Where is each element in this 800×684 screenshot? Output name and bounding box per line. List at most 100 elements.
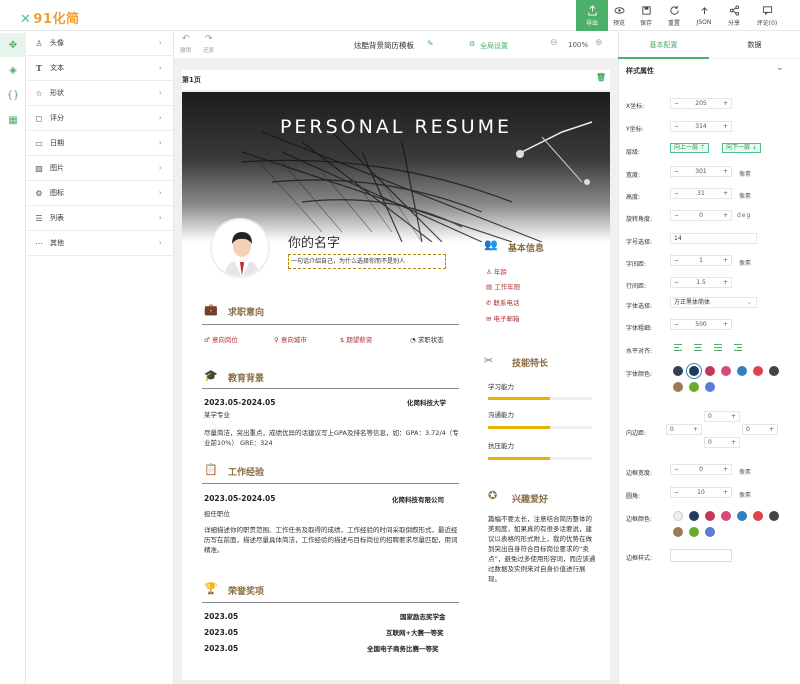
skill-name[interactable]: 抗压能力	[488, 441, 514, 451]
work-company[interactable]: 化简科技有限公司	[392, 495, 444, 505]
color-swatch[interactable]	[673, 366, 683, 376]
color-swatch[interactable]	[721, 366, 731, 376]
color-swatch[interactable]	[689, 382, 699, 392]
hobbies-desc[interactable]: 篇幅不要太长，注意结合简历整体的美观度，如果真的有很多话要说，建议以表格的形式附…	[488, 514, 596, 584]
education-school[interactable]: 化简科技大学	[407, 398, 446, 408]
fontsize-select[interactable]: 14	[670, 233, 757, 244]
reset-button[interactable]: 重置	[658, 0, 690, 31]
border-style-select[interactable]	[670, 549, 732, 562]
motto-text[interactable]: 一句话介绍自己，为什么选择你而不是别人	[288, 254, 446, 269]
layers-icon[interactable]: ◈	[0, 58, 26, 82]
align-justify-icon[interactable]	[714, 344, 722, 352]
sidebar-item-shape[interactable]: ☆ 形状 ›	[26, 81, 174, 106]
color-swatch[interactable]	[673, 511, 683, 521]
global-settings-button[interactable]: 全局设置	[480, 41, 508, 51]
color-swatch[interactable]	[689, 366, 699, 376]
award-name[interactable]: 互联网+大赛一等奖	[386, 628, 443, 638]
award-name[interactable]: 国家励志奖学金	[400, 612, 446, 622]
color-swatch[interactable]	[705, 366, 715, 376]
trash-icon[interactable]: 🗑	[596, 73, 606, 82]
align-center-icon[interactable]	[694, 344, 702, 352]
award-date[interactable]: 2023.05	[204, 628, 238, 638]
zoom-out-icon[interactable]: ⊖	[550, 38, 558, 48]
work-desc[interactable]: 详细描述你的职责范围、工作任务及取得的成绩，工作经验的时间采取倒叙形式，最近经历…	[204, 525, 459, 555]
line-height-stepper[interactable]: −1.5 +	[670, 277, 732, 288]
weight-stepper[interactable]: −500 +	[670, 319, 732, 330]
award-date[interactable]: 2023.05	[204, 612, 238, 622]
code-icon[interactable]: {}	[0, 83, 26, 107]
font-select[interactable]: 方正黑体简体 ⌄	[670, 297, 757, 308]
redo-icon[interactable]: ↷	[205, 34, 213, 44]
layer-up-button[interactable]: 向上一层 ⇡	[670, 143, 709, 153]
color-swatch[interactable]	[769, 366, 779, 376]
education-major[interactable]: 某学专业	[204, 410, 230, 420]
color-swatch[interactable]	[705, 527, 715, 537]
section-heading-skills[interactable]: 技能特长	[512, 356, 548, 369]
color-swatch[interactable]	[705, 382, 715, 392]
chevron-down-icon[interactable]: ⌄	[776, 63, 784, 73]
letter-spacing-stepper[interactable]: −1 +	[670, 255, 732, 266]
skill-name[interactable]: 学习能力	[488, 382, 514, 392]
section-style-properties[interactable]: 样式属性	[626, 66, 654, 76]
color-swatch[interactable]	[673, 527, 683, 537]
work-role[interactable]: 担任职位	[204, 509, 230, 519]
work-date[interactable]: 2023.05-2024.05	[204, 494, 275, 504]
color-swatch[interactable]	[737, 366, 747, 376]
resume-title[interactable]: PERSONAL RESUME	[182, 116, 610, 138]
section-heading-basic-info[interactable]: 基本信息	[508, 241, 544, 254]
name-text[interactable]: 你的名字	[288, 232, 340, 251]
settings-icon[interactable]: ⚙	[469, 40, 475, 48]
sidebar-item-avatar[interactable]: ♙ 头像 ›	[26, 31, 174, 56]
color-swatch[interactable]	[689, 511, 699, 521]
undo-icon[interactable]: ↶	[182, 34, 190, 44]
width-stepper[interactable]: −301 +	[670, 166, 732, 177]
education-desc[interactable]: 尽量简洁，突出重点，成绩优异的话建议写上GPA及排名等信息，如：GPA：3.72…	[204, 428, 459, 448]
color-swatch[interactable]	[673, 382, 683, 392]
app-logo[interactable]: ✕ 91化简	[20, 8, 80, 27]
sidebar-item-list[interactable]: ☰ 列表 ›	[26, 206, 174, 231]
basic-info-item[interactable]: ✆ 联系电话	[486, 298, 520, 308]
sidebar-item-icon[interactable]: ⚙ 图标 ›	[26, 181, 174, 206]
basic-info-item[interactable]: ▤ 工作年限	[486, 282, 520, 292]
job-intent-item[interactable]: $ 期望薪资	[340, 335, 372, 345]
padding-left-stepper[interactable]: 0 +	[666, 424, 702, 435]
color-swatch[interactable]	[769, 511, 779, 521]
puzzle-icon[interactable]: ✥	[0, 33, 26, 57]
section-heading-hobbies[interactable]: 兴趣爱好	[512, 492, 548, 505]
color-swatch[interactable]	[689, 527, 699, 537]
section-heading-education[interactable]: 教育背景	[228, 371, 264, 384]
redo-button[interactable]: 还原	[203, 46, 214, 54]
height-stepper[interactable]: −31 +	[670, 188, 732, 199]
y-stepper[interactable]: −314 +	[670, 121, 732, 132]
undo-button[interactable]: 撤销	[180, 46, 191, 54]
job-intent-item[interactable]: ♂ 意向岗位	[204, 335, 238, 345]
color-swatch[interactable]	[753, 366, 763, 376]
share-button[interactable]: 分享	[718, 0, 750, 31]
color-swatch[interactable]	[705, 511, 715, 521]
tab-basic-config[interactable]: 基本配置	[618, 31, 709, 59]
json-button[interactable]: JSON	[688, 0, 720, 31]
color-swatch[interactable]	[753, 511, 763, 521]
section-heading-awards[interactable]: 荣誉奖项	[228, 584, 264, 597]
grid-texture-icon[interactable]: ▦	[0, 108, 26, 132]
padding-right-stepper[interactable]: 0 +	[742, 424, 778, 435]
padding-bottom-stepper[interactable]: 0 +	[704, 437, 740, 448]
align-right-icon[interactable]	[734, 344, 742, 352]
align-left-icon[interactable]	[674, 344, 682, 352]
zoom-in-icon[interactable]: ⊕	[595, 38, 603, 48]
layer-down-button[interactable]: 向下一层 ⇣	[722, 143, 761, 153]
rotate-stepper[interactable]: −0 +	[670, 210, 732, 221]
padding-top-stepper[interactable]: 0 +	[704, 411, 740, 422]
basic-info-item[interactable]: ✉ 电子邮箱	[486, 314, 520, 324]
color-swatch[interactable]	[721, 511, 731, 521]
skill-name[interactable]: 沟通能力	[488, 410, 514, 420]
section-heading-job-intent[interactable]: 求职意向	[228, 305, 264, 318]
edit-icon[interactable]: ✎	[427, 39, 434, 48]
sidebar-item-rating[interactable]: ◻ 评分 ›	[26, 106, 174, 131]
sidebar-item-date[interactable]: ▭ 日期 ›	[26, 131, 174, 156]
education-date[interactable]: 2023.05-2024.05	[204, 398, 275, 408]
sidebar-item-image[interactable]: ▨ 图片 ›	[26, 156, 174, 181]
basic-info-item[interactable]: ♙ 年龄	[486, 267, 507, 277]
section-heading-work[interactable]: 工作经验	[228, 465, 264, 478]
job-intent-item[interactable]: ◔ 求职状态	[410, 335, 444, 345]
